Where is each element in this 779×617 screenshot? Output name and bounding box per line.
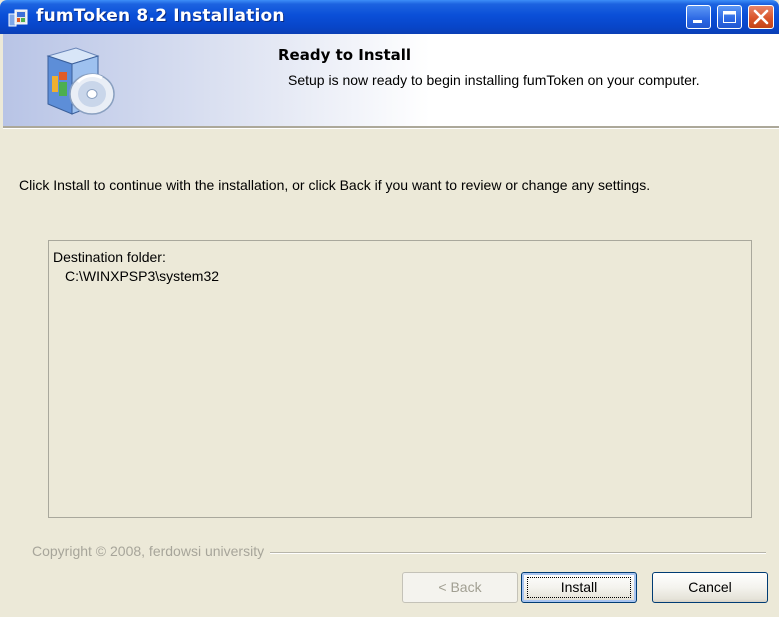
destination-folder-label: Destination folder: (53, 249, 166, 265)
install-button[interactable]: Install (521, 572, 637, 603)
installer-app-icon (8, 9, 28, 27)
focus-rect (527, 577, 631, 598)
page-title: Ready to Install (278, 46, 412, 64)
minimize-icon (693, 20, 702, 23)
maximize-button[interactable] (717, 5, 742, 29)
cancel-button[interactable]: Cancel (652, 572, 768, 603)
close-button[interactable] (748, 5, 774, 29)
installer-window: fumToken 8.2 Installation Ready to Insta… (0, 0, 779, 617)
close-icon (753, 9, 769, 25)
window-title: fumToken 8.2 Installation (36, 6, 285, 26)
ready-memo[interactable]: Destination folder: C:\WINXPSP3\system32 (48, 240, 752, 518)
destination-folder-path: C:\WINXPSP3\system32 (65, 268, 220, 284)
instruction-text: Click Install to continue with the insta… (19, 177, 651, 193)
back-button[interactable]: < Back (402, 572, 518, 603)
copyright-text: Copyright © 2008, ferdowsi university (32, 543, 271, 559)
setup-box-cd-icon (46, 47, 115, 115)
title-bar[interactable]: fumToken 8.2 Installation (0, 0, 779, 34)
page-description: Setup is now ready to begin installing f… (288, 72, 700, 88)
header-divider (3, 126, 779, 129)
maximize-icon (723, 11, 736, 23)
minimize-button[interactable] (686, 5, 711, 29)
